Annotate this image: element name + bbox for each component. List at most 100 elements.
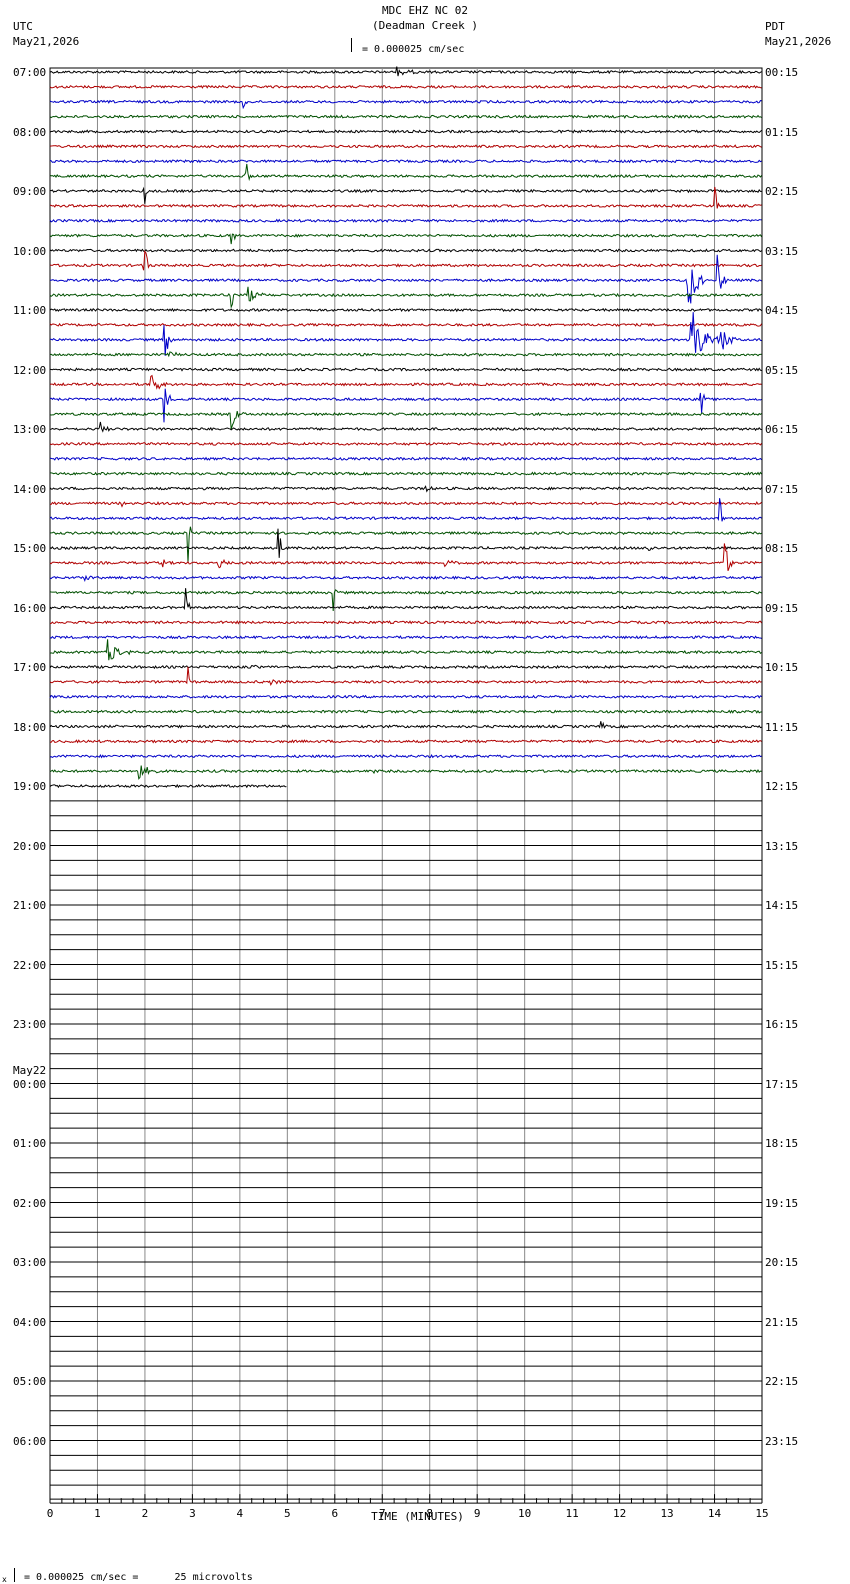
x-axis-label: TIME (MINUTES)	[371, 1510, 464, 1523]
pdt-hour-label: 14:15	[765, 899, 799, 912]
pdt-hour-label: 23:15	[765, 1434, 799, 1448]
trace-row	[49, 694, 762, 699]
trace-row	[50, 312, 762, 356]
station-location: (Deadman Creek )	[372, 19, 478, 32]
pdt-hour-label: 03:15	[765, 244, 799, 258]
pdt-hour-label: 08:15	[765, 542, 799, 555]
pdt-hour-label: 07:15	[765, 482, 799, 496]
utc-hour-label: 07:00	[13, 66, 47, 79]
pdt-hour-label: 21:15	[765, 1315, 799, 1329]
trace-row	[49, 114, 762, 119]
pdt-hour-label: 16:15	[765, 1018, 799, 1031]
pdt-hour-label: 13:15	[765, 839, 799, 853]
utc-hour-label: 05:00	[13, 1375, 47, 1388]
utc-hour-label: 03:00	[13, 1256, 47, 1269]
utc-hour-label: 22:00	[13, 958, 47, 972]
utc-hour-label: 13:00	[13, 423, 47, 436]
utc-date-label: May21,2026	[13, 35, 80, 48]
pdt-hour-label: 01:15	[765, 125, 799, 139]
trace-row	[49, 186, 762, 204]
scale-bar-icon	[351, 38, 357, 52]
utc-hour-label: 15:00	[13, 542, 47, 555]
utc-hour-label: 00:00	[13, 1077, 47, 1091]
pdt-zone-label: PDT	[765, 20, 785, 33]
utc-hour-label: 21:00	[13, 899, 47, 912]
trace-row	[49, 351, 762, 358]
utc-hour-label: 20:00	[13, 839, 47, 853]
trace-row	[49, 501, 762, 508]
utc-hour-label: 18:00	[13, 720, 47, 734]
utc-hour-label: 16:00	[13, 601, 47, 615]
trace-row	[50, 471, 762, 476]
pdt-hour-label: 06:15	[765, 423, 799, 436]
trace-row	[49, 84, 762, 89]
seismic-traces	[49, 66, 763, 1486]
trace-row	[49, 367, 762, 372]
trace-row	[49, 754, 762, 759]
utc-hour-label: 14:00	[13, 482, 47, 496]
scale-text: = 0.000025 cm/sec	[362, 44, 465, 55]
utc-hour-label: 17:00	[13, 661, 47, 674]
trace-row	[49, 639, 762, 661]
trace-row	[49, 163, 762, 182]
seismogram-plot: 0 1 2 3 4 5 6 7 8 9 10 11 12 13 14 15	[47, 66, 769, 1520]
utc-hour-label: 02:00	[13, 1196, 47, 1210]
footer-scale-text: = 0.000025 cm/sec = 25 microvolts	[24, 1572, 253, 1583]
utc-hour-label: 11:00	[13, 304, 47, 317]
trace-row	[49, 441, 762, 446]
trace-row	[49, 765, 762, 780]
pdt-hour-label: 04:15	[765, 304, 799, 317]
trace-row	[49, 574, 762, 582]
pdt-hour-label: 22:15	[765, 1375, 799, 1388]
pdt-hour-label: 02:15	[765, 185, 799, 198]
trace-row	[49, 485, 763, 493]
pdt-hour-label: 15:15	[765, 958, 799, 972]
trace-row	[49, 666, 762, 687]
trace-row	[49, 526, 762, 563]
trace-row	[49, 374, 762, 390]
trace-row	[49, 286, 762, 309]
pdt-hour-label: 11:15	[765, 720, 799, 734]
trace-row	[49, 99, 762, 110]
trace-row	[49, 709, 762, 714]
pdt-hour-label: 20:15	[765, 1256, 799, 1269]
trace-row	[49, 388, 762, 423]
trace-row	[49, 129, 762, 134]
pdt-hour-label: 09:15	[765, 601, 799, 615]
pdt-hour-label: 12:15	[765, 780, 799, 793]
plot-frame	[49, 67, 763, 1500]
trace-row	[49, 144, 762, 149]
trace-row	[49, 307, 762, 313]
trace-row	[49, 783, 287, 789]
trace-row	[49, 620, 763, 625]
trace-row	[49, 249, 762, 271]
utc-hour-label: 08:00	[13, 125, 47, 139]
utc-hour-label: 01:00	[13, 1137, 47, 1150]
trace-row	[49, 664, 762, 670]
pdt-hour-label: 19:15	[765, 1196, 799, 1210]
trace-row	[49, 218, 762, 223]
utc-hour-label: 12:00	[13, 363, 47, 377]
trace-row	[49, 248, 762, 253]
trace-row	[49, 159, 762, 164]
utc-hour-label: 06:00	[13, 1434, 47, 1448]
footer-scale-bar-icon	[14, 1568, 20, 1582]
pdt-hour-label: 10:15	[765, 661, 799, 674]
pdt-hour-label: 18:15	[765, 1137, 799, 1150]
trace-row	[49, 233, 763, 245]
trace-row	[49, 254, 762, 304]
utc-hour-label: 19:00	[13, 780, 47, 793]
trace-row	[49, 456, 762, 461]
pdt-date-label: May21,2026	[765, 35, 832, 48]
date-change-label: May22	[13, 1063, 47, 1077]
trace-row	[49, 410, 762, 430]
utc-zone-label: UTC	[13, 20, 33, 33]
trace-row	[49, 635, 762, 640]
trace-row	[49, 322, 763, 328]
utc-hour-label: 09:00	[13, 185, 47, 198]
plot-grid	[49, 67, 763, 1500]
pdt-hour-label: 17:15	[765, 1077, 799, 1091]
trace-row	[49, 498, 762, 522]
station-title: MDC EHZ NC 02	[381, 4, 469, 17]
utc-hour-label: 23:00	[13, 1018, 47, 1031]
